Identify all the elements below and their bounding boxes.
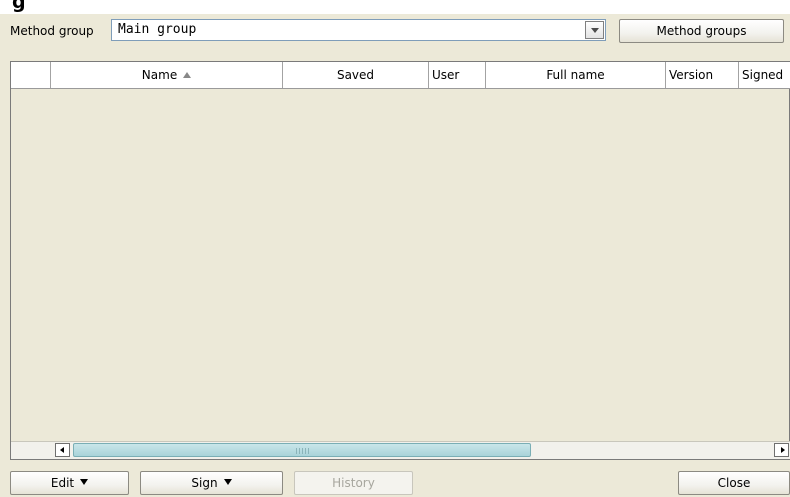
method-group-value: Main group — [118, 22, 197, 37]
sort-ascending-icon — [183, 72, 192, 78]
arrow-left-icon[interactable] — [55, 443, 70, 457]
table-header: Name Saved User Full name Version Signed — [11, 62, 790, 89]
sign-button[interactable]: Sign — [140, 471, 283, 495]
window-title: g — [0, 0, 790, 14]
arrow-right-icon[interactable] — [774, 443, 789, 457]
scrollbar-thumb[interactable] — [73, 443, 531, 457]
triangle-down-icon — [80, 479, 89, 485]
column-header-saved[interactable]: Saved — [283, 62, 429, 88]
method-group-select[interactable]: Main group — [111, 19, 606, 41]
column-header-version[interactable]: Version — [666, 62, 739, 88]
edit-button[interactable]: Edit — [10, 471, 129, 495]
method-group-label: Method group — [10, 24, 94, 38]
column-header-signed[interactable]: Signed — [739, 62, 790, 88]
chevron-down-icon[interactable] — [585, 21, 604, 39]
column-header-name[interactable]: Name — [51, 62, 283, 88]
sign-button-label: Sign — [191, 476, 218, 490]
history-button[interactable]: History — [294, 471, 413, 495]
table-body — [11, 89, 790, 442]
horizontal-scrollbar[interactable] — [11, 441, 790, 459]
column-header-full-name[interactable]: Full name — [486, 62, 666, 88]
column-header-name-label: Name — [141, 68, 178, 82]
methods-table[interactable]: Name Saved User Full name Version Signed — [10, 61, 790, 460]
column-header-select[interactable] — [11, 62, 51, 88]
grip-icon — [296, 448, 310, 454]
column-header-user[interactable]: User — [429, 62, 486, 88]
method-groups-button[interactable]: Method groups — [619, 19, 784, 43]
close-button[interactable]: Close — [678, 471, 790, 495]
triangle-down-icon — [223, 479, 232, 485]
window-title-text: g — [12, 0, 26, 13]
edit-button-label: Edit — [50, 476, 75, 490]
